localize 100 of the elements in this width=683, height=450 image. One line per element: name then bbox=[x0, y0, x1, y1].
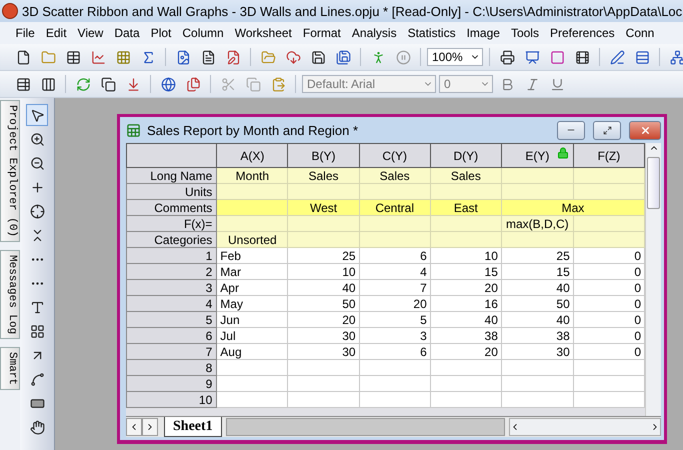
menu-item[interactable]: Edit bbox=[40, 26, 72, 40]
table-cell bbox=[359, 376, 430, 392]
menu-item[interactable]: Image bbox=[461, 26, 506, 40]
table-cell: 15 bbox=[501, 264, 574, 280]
vertical-scrollbar[interactable] bbox=[645, 143, 661, 416]
menu-item[interactable]: Column bbox=[176, 26, 230, 40]
lock-icon bbox=[556, 147, 569, 159]
table-cell: 38 bbox=[430, 328, 502, 344]
row-number: 10 bbox=[126, 392, 217, 408]
menu-item[interactable]: Data bbox=[108, 26, 146, 40]
label-cell: Max bbox=[501, 200, 644, 216]
label-cell: Sales bbox=[430, 168, 502, 184]
table-cell: Mar bbox=[216, 264, 288, 280]
table-cell: 3 bbox=[359, 328, 430, 344]
label-cell bbox=[573, 184, 644, 200]
minimize-button[interactable] bbox=[557, 120, 585, 140]
table-cell: 0 bbox=[573, 296, 644, 312]
table-cell bbox=[359, 392, 430, 408]
previous-sheet-button[interactable] bbox=[126, 418, 142, 436]
column-header[interactable]: E(Y) bbox=[501, 144, 574, 168]
table-cell: 40 bbox=[288, 280, 360, 296]
row-number: 3 bbox=[126, 280, 217, 296]
table-cell: 25 bbox=[288, 248, 360, 264]
label-cell bbox=[359, 216, 430, 232]
table-cell: 7 bbox=[359, 280, 430, 296]
menu-item[interactable]: Format bbox=[297, 26, 346, 40]
restore-button[interactable] bbox=[593, 120, 621, 140]
table-cell bbox=[216, 392, 288, 408]
table-cell: 40 bbox=[501, 312, 574, 328]
column-header[interactable]: A(X) bbox=[216, 144, 288, 168]
label-cell bbox=[288, 184, 360, 200]
label-row-header: Categories bbox=[126, 232, 217, 248]
dock-tab[interactable]: Smart bbox=[0, 347, 20, 390]
menu-item[interactable]: View bbox=[72, 26, 109, 40]
menu-item[interactable]: Analysis bbox=[346, 26, 402, 40]
table-cell: 20 bbox=[430, 280, 502, 296]
zoom-dropdown[interactable]: 100% bbox=[427, 48, 483, 66]
table-cell: 38 bbox=[501, 328, 574, 344]
label-cell: Central bbox=[359, 200, 430, 216]
label-cell: West bbox=[288, 200, 360, 216]
dock-tab[interactable]: Project Explorer (0) bbox=[0, 100, 20, 242]
table-cell: 40 bbox=[430, 312, 502, 328]
table-cell bbox=[573, 360, 644, 376]
label-cell bbox=[288, 216, 360, 232]
pointer-icon[interactable] bbox=[26, 104, 48, 126]
table-cell: 0 bbox=[573, 328, 644, 344]
table-cell bbox=[430, 360, 502, 376]
row-number: 1 bbox=[126, 248, 217, 264]
menu-item[interactable]: Statistics bbox=[402, 26, 462, 40]
column-header[interactable]: D(Y) bbox=[430, 144, 502, 168]
table-cell: 50 bbox=[288, 296, 360, 312]
menu-item[interactable]: File bbox=[10, 26, 40, 40]
menu-item[interactable]: Worksheet bbox=[229, 26, 298, 40]
menu-item[interactable]: Plot bbox=[145, 26, 177, 40]
table-cell: 6 bbox=[359, 344, 430, 360]
next-sheet-button[interactable] bbox=[142, 418, 158, 436]
table-cell: 0 bbox=[573, 312, 644, 328]
label-row-header: Units bbox=[126, 184, 217, 200]
table-cell: Jul bbox=[216, 328, 288, 344]
table-cell: 40 bbox=[501, 280, 574, 296]
row-number: 5 bbox=[126, 312, 217, 328]
scroll-thumb[interactable] bbox=[647, 157, 660, 209]
menu-item[interactable]: Conn bbox=[620, 26, 660, 40]
font-size-dropdown[interactable]: 0 bbox=[439, 75, 493, 93]
close-icon bbox=[640, 124, 650, 136]
row-number: 4 bbox=[126, 296, 217, 312]
dock-tab[interactable]: Messages Log bbox=[0, 250, 20, 340]
column-header[interactable]: F(Z) bbox=[573, 144, 644, 168]
column-header[interactable]: C(Y) bbox=[359, 144, 430, 168]
label-row-header: F(x)= bbox=[126, 216, 217, 232]
table-cell: 15 bbox=[430, 264, 502, 280]
table-cell: 25 bbox=[501, 248, 574, 264]
row-number: 2 bbox=[126, 264, 217, 280]
font-dropdown[interactable]: Default: Arial bbox=[302, 75, 436, 93]
table-cell: Feb bbox=[216, 248, 288, 264]
table-cell bbox=[430, 376, 502, 392]
label-cell bbox=[288, 232, 360, 248]
menu-item[interactable]: Tools bbox=[505, 26, 544, 40]
table-cell: 10 bbox=[430, 248, 502, 264]
sheet-tab[interactable]: Sheet1 bbox=[164, 417, 222, 437]
table-cell: 30 bbox=[288, 328, 360, 344]
label-cell bbox=[573, 168, 644, 184]
label-cell bbox=[430, 216, 502, 232]
table-cell bbox=[430, 392, 502, 408]
app-logo-icon bbox=[2, 3, 18, 19]
table-cell: Aug bbox=[216, 344, 288, 360]
label-cell bbox=[430, 184, 502, 200]
worksheet-title: Sales Report by Month and Region * bbox=[147, 122, 360, 138]
label-cell bbox=[359, 232, 430, 248]
label-cell: East bbox=[430, 200, 502, 216]
label-cell: Month bbox=[216, 168, 288, 184]
horizontal-scrollbar[interactable] bbox=[509, 418, 661, 436]
menu-item[interactable]: Preferences bbox=[544, 26, 620, 40]
window-title: 3D Scatter Ribbon and Wall Graphs - 3D Walls and Lines.opju * [Read-Only] - C:\Users\Administrator\AppData\Loc bbox=[22, 4, 682, 18]
table-cell bbox=[288, 360, 360, 376]
column-header[interactable]: B(Y) bbox=[288, 144, 360, 168]
close-button[interactable] bbox=[629, 120, 661, 140]
table-cell: 6 bbox=[359, 248, 430, 264]
table-cell: 50 bbox=[501, 296, 574, 312]
restore-icon bbox=[602, 126, 612, 134]
